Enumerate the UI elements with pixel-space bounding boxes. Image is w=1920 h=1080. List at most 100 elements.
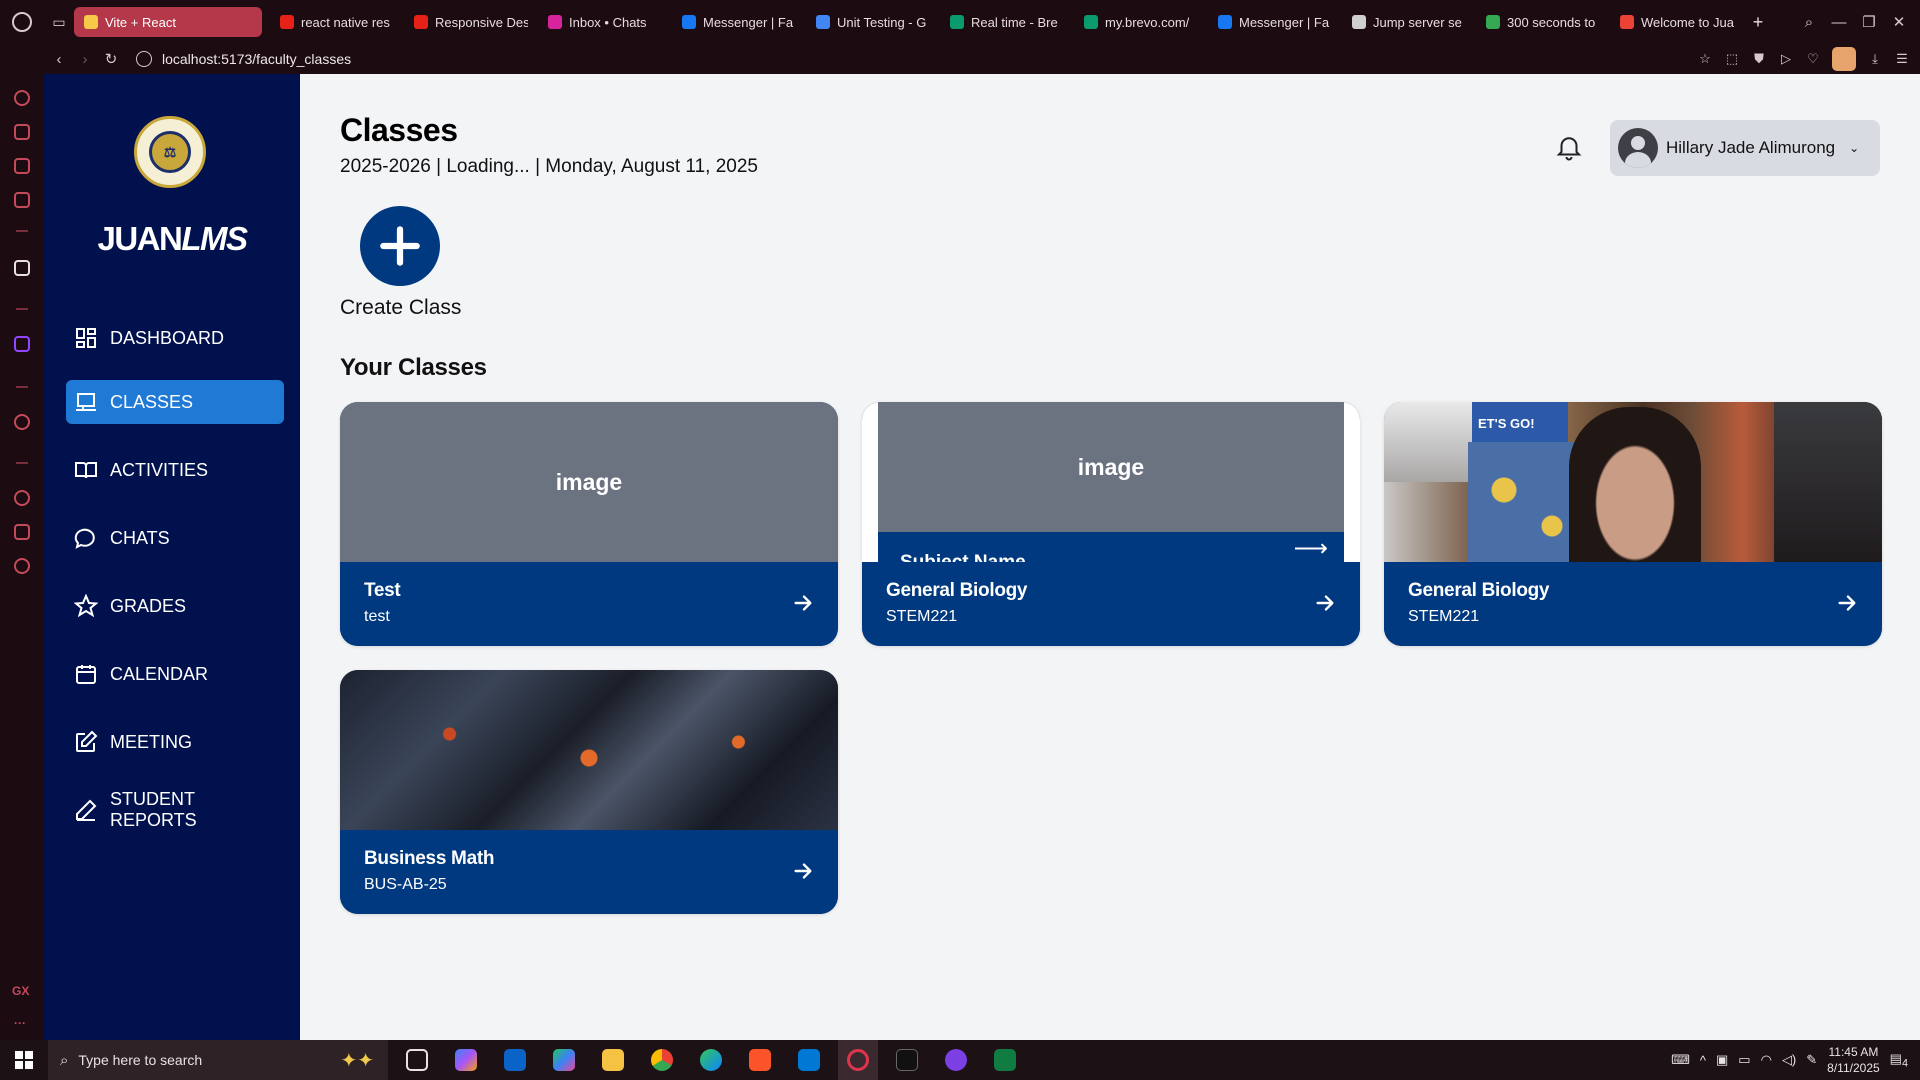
sidebar-item-label: DASHBOARD <box>110 327 225 348</box>
adblock-icon[interactable]: ⛊ <box>1751 51 1767 67</box>
brave-icon[interactable] <box>740 1040 780 1080</box>
sidebar-item-grades[interactable]: GRADES <box>66 584 284 628</box>
browser-tab[interactable]: Responsive Des <box>404 7 538 37</box>
class-card[interactable]: ET'S GO! General Biology STEM221 <box>1384 402 1882 646</box>
user-menu[interactable]: Hillary Jade Alimurong ⌄ <box>1610 120 1880 176</box>
browser-tab[interactable]: Messenger | Fa <box>1208 7 1342 37</box>
arrow-right-icon[interactable] <box>792 860 814 882</box>
sidebar-item-calendar[interactable]: CALENDAR <box>66 652 284 696</box>
browser-tab[interactable]: Inbox • Chats <box>538 7 672 37</box>
site-info-icon[interactable] <box>136 51 152 67</box>
terminal-icon[interactable] <box>887 1040 927 1080</box>
page-title: Classes <box>340 112 458 148</box>
player-icon[interactable] <box>14 414 30 430</box>
sidebar-item-activities[interactable]: ACTIVITIES <box>66 448 284 492</box>
browser-tab[interactable]: Real time - Bre <box>940 7 1074 37</box>
settings-icon[interactable] <box>14 558 30 574</box>
opera-menu-icon[interactable] <box>0 0 44 44</box>
opera-sidebar: GX ··· <box>0 74 44 1040</box>
close-icon[interactable]: ✕ <box>1888 13 1910 31</box>
file-explorer-icon[interactable] <box>593 1040 633 1080</box>
chrome-icon[interactable] <box>642 1040 682 1080</box>
wifi-icon[interactable]: ◠ <box>1761 1052 1772 1068</box>
forward-icon[interactable]: › <box>72 51 98 68</box>
snapshot-icon[interactable]: ⬚ <box>1724 51 1740 67</box>
notification-bell-icon[interactable] <box>1554 132 1584 162</box>
workspaces-icon[interactable]: ▭ <box>44 0 74 44</box>
excel-icon[interactable] <box>985 1040 1025 1080</box>
taskbar-search[interactable]: ⌕ Type here to search ✦✦ <box>48 1040 388 1080</box>
browser-tab[interactable]: Jump server se <box>1342 7 1476 37</box>
gmail-icon[interactable] <box>14 192 30 208</box>
tab-favicon-icon <box>816 15 830 29</box>
new-tab-icon[interactable]: + <box>1744 12 1772 33</box>
opera-gx-icon[interactable] <box>838 1040 878 1080</box>
class-card[interactable]: Business Math BUS-AB-25 <box>340 670 838 914</box>
sidebar-item-chats[interactable]: CHATS <box>66 516 284 560</box>
crypto-wallet-icon[interactable] <box>14 158 30 174</box>
history-icon[interactable] <box>14 490 30 506</box>
system-tray: ⌨ ^ ▣ ▭ ◠ ◁) ✎ 11:45 AM 8/11/2025 ▤4 <box>1671 1040 1920 1080</box>
tab-title: Messenger | Fa <box>1239 14 1330 30</box>
class-card[interactable]: image Subject Name ⟶ General Biology STE… <box>862 402 1360 646</box>
arrow-right-icon[interactable] <box>792 592 814 614</box>
browser-tab[interactable]: Messenger | Fa <box>672 7 806 37</box>
photo-detail <box>1774 402 1882 562</box>
sidebar-item-student-reports[interactable]: STUDENT REPORTS <box>66 788 284 832</box>
task-view-icon[interactable] <box>397 1040 437 1080</box>
back-icon[interactable]: ‹ <box>46 51 72 68</box>
tab-favicon-icon <box>84 15 98 29</box>
start-button[interactable] <box>0 1040 48 1080</box>
clock[interactable]: 11:45 AM 8/11/2025 <box>1827 1044 1880 1076</box>
sidebar-item-dashboard[interactable]: DASHBOARD <box>66 316 284 360</box>
arrow-right-icon[interactable] <box>1314 592 1336 614</box>
sidebar-item-meeting[interactable]: MEETING <box>66 720 284 764</box>
arc-icon[interactable] <box>14 260 30 276</box>
sidebar-item-classes[interactable]: CLASSES <box>66 380 284 424</box>
minimize-icon[interactable]: — <box>1828 14 1850 31</box>
browser-tab-active[interactable]: Vite + React <box>74 7 262 37</box>
arrow-right-icon: ⟶ <box>1293 535 1328 562</box>
browser-tab[interactable]: 300 seconds to <box>1476 7 1610 37</box>
outlook-icon[interactable] <box>495 1040 535 1080</box>
browser-tab[interactable]: Welcome to Jua <box>1610 7 1744 37</box>
browser-tab[interactable]: react native res <box>270 7 404 37</box>
extension-icon[interactable] <box>1832 47 1856 71</box>
volume-icon[interactable]: ◁) <box>1782 1052 1796 1068</box>
url-field[interactable]: localhost:5173/faculty_classes <box>162 51 351 67</box>
speed-dial-icon[interactable] <box>14 90 30 106</box>
twitch-icon[interactable] <box>14 336 30 352</box>
rail-separator <box>16 308 28 310</box>
chevron-up-icon[interactable]: ^ <box>1700 1053 1706 1068</box>
download-icon[interactable]: ⤓ <box>1867 51 1883 67</box>
easy-setup-icon[interactable]: ☰ <box>1894 51 1910 67</box>
vscode-icon[interactable] <box>789 1040 829 1080</box>
browser-tab[interactable]: my.brevo.com/ <box>1074 7 1208 37</box>
arrow-right-icon[interactable] <box>1836 592 1858 614</box>
play-icon[interactable]: ▷ <box>1778 51 1794 67</box>
search-tabs-icon[interactable]: ⌕ <box>1798 14 1820 31</box>
heart-icon[interactable]: ♡ <box>1805 51 1821 67</box>
create-class-button[interactable] <box>360 206 440 286</box>
github-desktop-icon[interactable] <box>936 1040 976 1080</box>
tab-title: Vite + React <box>105 14 176 30</box>
bookmark-icon[interactable]: ☆ <box>1697 51 1713 67</box>
restore-icon[interactable]: ❐ <box>1858 13 1880 31</box>
keyboard-icon[interactable]: ⌨ <box>1671 1052 1690 1068</box>
edge-icon[interactable] <box>691 1040 731 1080</box>
browser-tab[interactable]: Unit Testing - G <box>806 7 940 37</box>
class-card[interactable]: image Test test <box>340 402 838 646</box>
gx-icon[interactable]: GX <box>12 984 29 998</box>
reload-icon[interactable]: ↻ <box>98 50 124 68</box>
pen-tray-icon[interactable]: ✎ <box>1806 1052 1817 1068</box>
more-icon[interactable]: ··· <box>14 1016 26 1030</box>
battery-icon[interactable]: ▭ <box>1738 1052 1750 1068</box>
copilot-icon[interactable] <box>446 1040 486 1080</box>
meet-icon[interactable]: ▣ <box>1716 1052 1728 1068</box>
m365-icon[interactable] <box>544 1040 584 1080</box>
class-image-artwork <box>340 670 838 830</box>
aria-icon[interactable] <box>14 124 30 140</box>
class-code: BUS-AB-25 <box>364 876 447 893</box>
extensions-icon[interactable] <box>14 524 30 540</box>
notification-center-icon[interactable]: ▤4 <box>1890 1051 1908 1070</box>
